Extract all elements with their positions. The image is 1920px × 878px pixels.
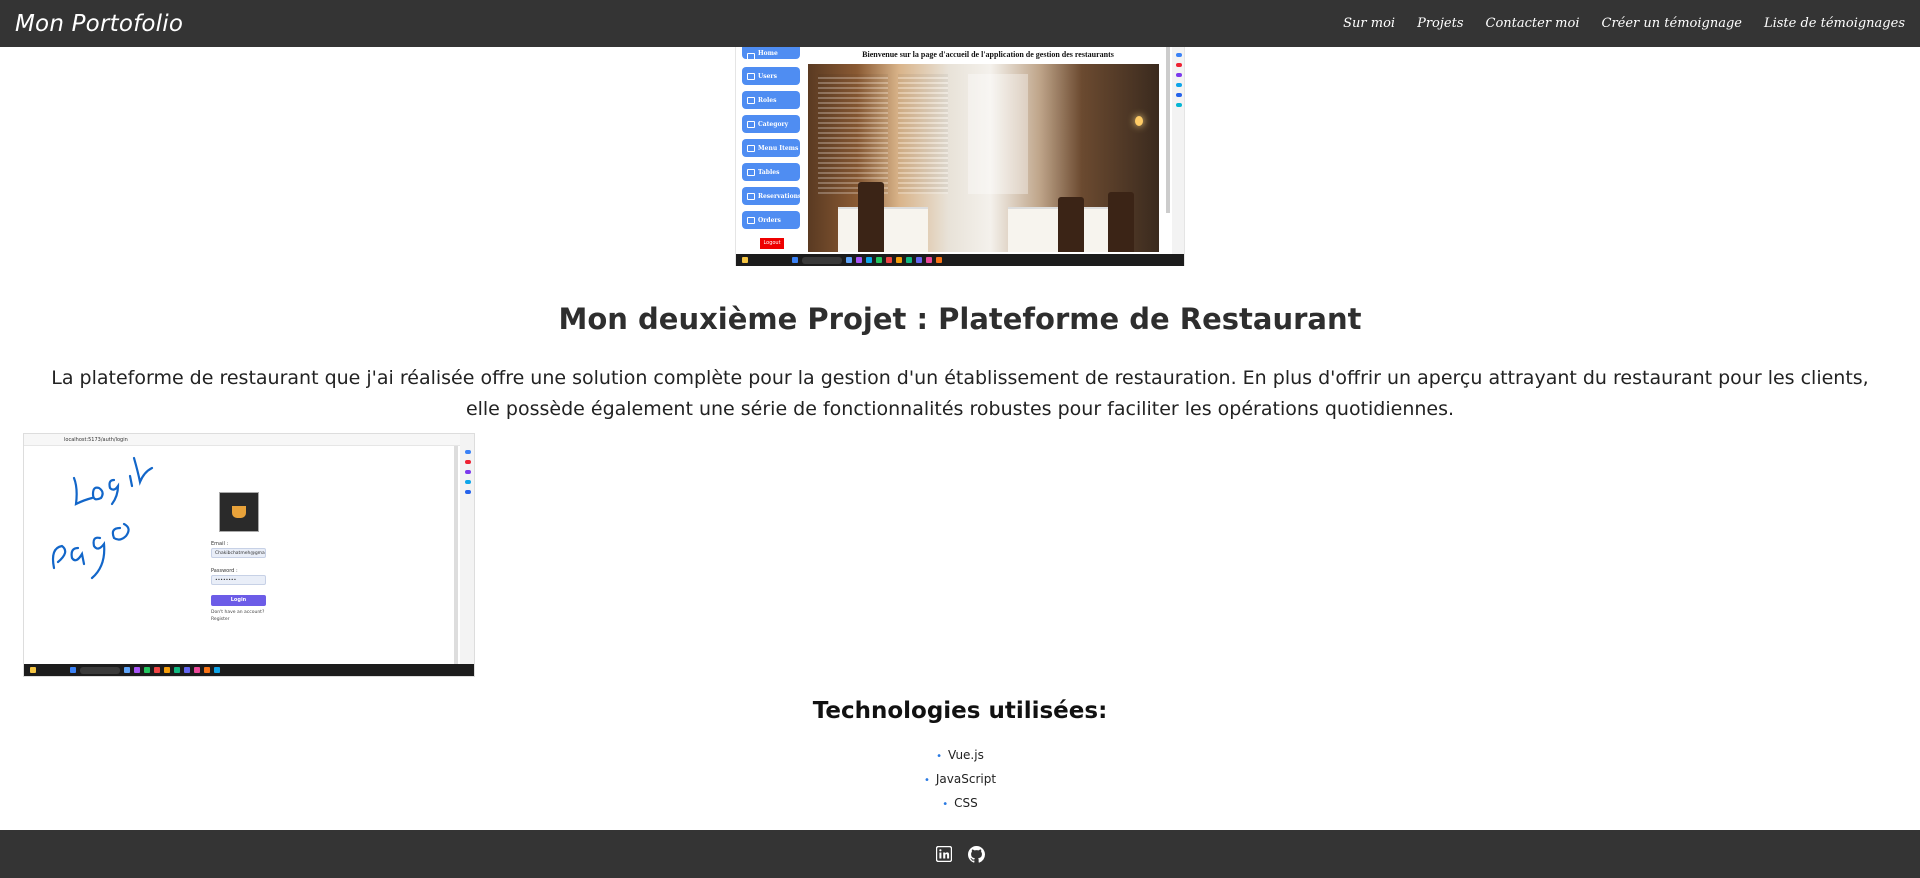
login-button: Login (211, 595, 266, 606)
bullet-icon: • (923, 775, 930, 786)
sidebar-item-roles: Roles (742, 91, 800, 109)
list-item: • JavaScript (0, 768, 1920, 792)
brand-logo[interactable]: Mon Portofolio (15, 11, 183, 37)
bullet-icon: • (942, 799, 949, 810)
technologies-list: • Vue.js • JavaScript • CSS (0, 744, 1920, 816)
screenshot-scrollbar (1166, 47, 1170, 213)
sidebar-item-tables: Tables (742, 163, 800, 181)
register-link: Register (211, 617, 230, 622)
bullet-icon: • (936, 751, 943, 762)
screenshot-edge-sidebar (1172, 47, 1184, 266)
sidebar-item-orders: Orders (742, 211, 800, 229)
screenshot-taskbar (736, 254, 1184, 266)
logout-button: Logout (760, 238, 784, 249)
sidebar-item-menu-items: Menu Items (742, 139, 800, 157)
linkedin-icon[interactable] (935, 845, 953, 863)
list-item: • Vue.js (0, 744, 1920, 768)
sidebar-item-reservations: Reservations (742, 187, 801, 205)
tech-label: Vue.js (948, 748, 984, 762)
footer (0, 830, 1920, 878)
tech-label: CSS (954, 796, 978, 810)
github-icon[interactable] (967, 845, 985, 863)
no-account-text: Don't have an account? (211, 610, 265, 615)
nav-link-creer-temoignage[interactable]: Créer un témoignage (1602, 16, 1742, 31)
tech-label: JavaScript (935, 772, 997, 786)
sidebar-item-home: Home (742, 47, 800, 60)
nav-links: Sur moi Projets Contacter moi Créer un t… (1343, 16, 1905, 31)
restaurant-app-screenshot: Home Users Roles Category Menu Items Tab… (735, 47, 1185, 266)
project-description: La plateforme de restaurant que j'ai réa… (51, 367, 1869, 420)
handwriting-annotation (51, 456, 154, 580)
restaurant-logo (219, 492, 259, 532)
email-label: Email : (211, 541, 229, 547)
screenshot-address-bar: localhost:5173/auth/login (24, 434, 474, 446)
nav-link-liste-temoignages[interactable]: Liste de témoignages (1764, 16, 1905, 31)
nav-link-sur-moi[interactable]: Sur moi (1343, 16, 1395, 31)
project-title: Mon deuxième Projet : Plateforme de Rest… (558, 302, 1362, 336)
password-label: Password : (211, 568, 238, 574)
sidebar-item-category: Category (742, 115, 800, 133)
navbar: Mon Portofolio Sur moi Projets Contacter… (0, 0, 1920, 47)
screenshot-taskbar (24, 664, 474, 676)
password-field: •••••••• (211, 575, 266, 585)
sidebar-item-users: Users (742, 67, 800, 85)
screenshot-scrollbar (454, 446, 458, 664)
nav-link-projets[interactable]: Projets (1417, 16, 1463, 31)
login-page-screenshot: localhost:5173/auth/login Email : Chakib… (23, 433, 475, 677)
list-item: • CSS (0, 792, 1920, 816)
screenshot-sidebar: Home Users Roles Category Menu Items Tab… (742, 47, 801, 235)
technologies-title: Technologies utilisées: (812, 698, 1108, 724)
screenshot-edge-sidebar (460, 434, 474, 666)
email-field: Chakibchatmeh@gmail.c (211, 548, 266, 558)
nav-link-contacter-moi[interactable]: Contacter moi (1486, 16, 1580, 31)
welcome-heading: Bienvenue sur la page d'accueil de l'app… (862, 50, 1114, 59)
restaurant-photo (808, 64, 1159, 252)
